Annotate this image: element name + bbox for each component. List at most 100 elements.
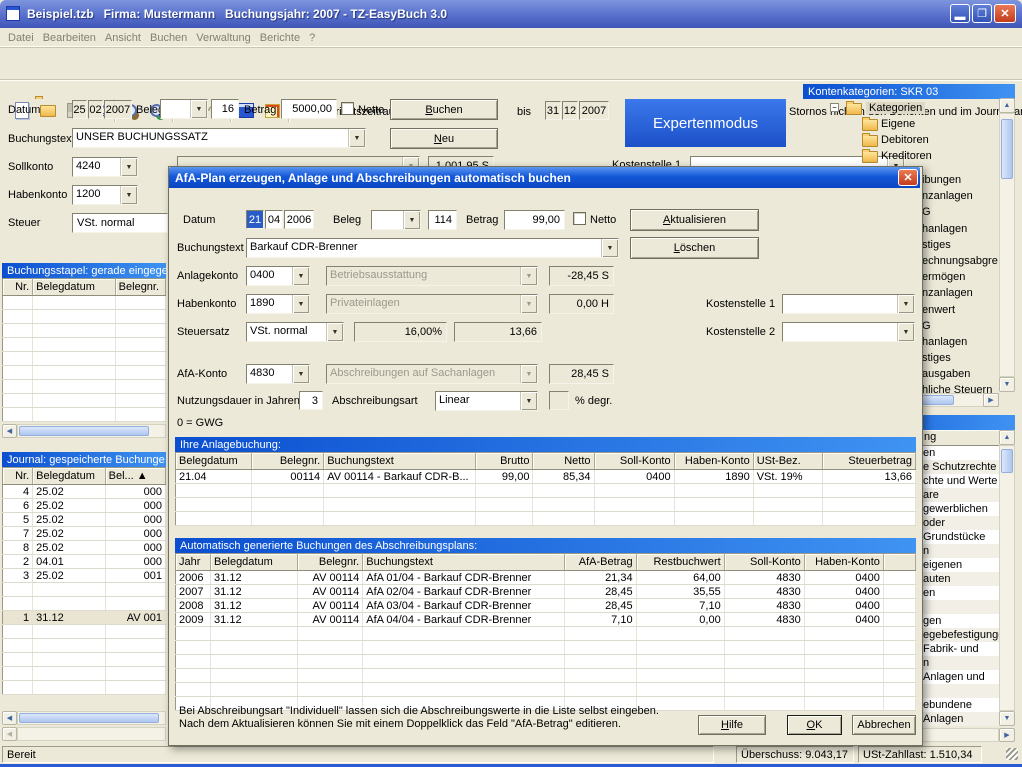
account-item-fragment[interactable]: chte und Werte [921,474,999,488]
column-header[interactable]: Brutto [476,453,533,470]
menu-item[interactable]: Buchen [150,32,187,44]
chevron-down-icon[interactable]: ▼ [120,158,137,176]
column-header[interactable]: Haben-Konto [804,554,883,571]
account-item-fragment[interactable]: n [921,656,999,670]
scroll-down-icon[interactable]: ▼ [999,377,1015,392]
column-header[interactable]: Belegdatum [33,279,116,296]
table-row[interactable]: 131.12AV 001 [3,611,166,625]
account-item-fragment[interactable]: en [921,586,999,600]
habenkonto-combo[interactable]: 1200▼ [72,185,138,205]
dialog-beleg-nr[interactable]: 114 [428,210,457,230]
column-header[interactable]: Restbuchwert [636,554,724,571]
afakonto-combo[interactable]: 4830▼ [246,364,310,384]
anlagekonto-combo[interactable]: 0400▼ [246,266,310,286]
period-to-day[interactable]: 31 [545,101,561,120]
account-item-fragment[interactable]: e Schutzrechte [921,460,999,474]
journal-hscrollbar[interactable] [17,711,166,725]
column-header[interactable]: AfA-Betrag [564,554,636,571]
table-row[interactable]: 200631.12AV 00114AfA 01/04 - Barkauf CDR… [176,571,916,585]
ok-button[interactable]: OK [787,715,842,735]
table-row[interactable] [3,639,166,653]
column-header[interactable]: Belegdatum [176,453,252,470]
maximize-button[interactable]: ❐ [972,4,992,23]
tree-item-fragment[interactable]: nzanlagen [922,188,998,204]
minimize-button[interactable]: ▬ [950,4,970,23]
journal-table[interactable]: Nr.BelegdatumBel... ▲425.02000625.020005… [2,467,166,695]
account-item-fragment[interactable]: oder Firmenwert [921,516,999,530]
dialog-close-icon[interactable]: ✕ [898,169,918,186]
accounts-vscrollbar[interactable] [999,445,1015,711]
dialog-datum-year[interactable]: 2006 [284,210,314,229]
table-row[interactable] [3,310,166,324]
menu-item[interactable]: Bearbeiten [43,32,96,44]
tree-item-fragment[interactable]: hanlagen [922,221,998,237]
account-item-fragment[interactable]: gewerblichen Sc [921,502,999,516]
expertenmodus-button[interactable]: Expertenmodus [625,99,786,147]
table-row[interactable]: 725.02000 [3,527,166,541]
period-to-year[interactable]: 2007 [579,101,609,120]
account-item-fragment[interactable]: are [921,488,999,502]
chevron-down-icon[interactable]: ▼ [292,295,309,313]
menu-item[interactable]: Verwaltung [196,32,250,44]
neu-button[interactable]: Neu [390,128,498,149]
steuersatz-combo[interactable]: VSt. normal▼ [246,322,344,342]
tree-item-fragment[interactable]: stiges [922,237,998,253]
account-item-fragment[interactable]: auten [921,572,999,586]
chevron-down-icon[interactable]: ▼ [897,295,914,313]
tree-item-kategorien[interactable]: Kategorien [866,102,925,114]
datum-year[interactable]: 2007 [104,100,132,119]
column-header[interactable]: Belegnr. [115,279,165,296]
table-row[interactable] [3,681,166,695]
table-row[interactable]: 625.02000 [3,499,166,513]
table-row[interactable] [3,366,166,380]
buchungstext-combo[interactable]: UNSER BUCHUNGSSATZ▼ [72,128,366,148]
account-item-fragment[interactable] [921,600,999,614]
table-row[interactable] [176,655,916,669]
table-row[interactable] [3,338,166,352]
chevron-down-icon[interactable]: ▼ [348,129,365,147]
table-row[interactable] [3,352,166,366]
chevron-down-icon[interactable]: ▼ [190,100,207,118]
aktualisieren-button[interactable]: Aktualisieren [630,209,759,231]
column-header[interactable]: Nr. [3,468,33,485]
menu-item[interactable]: Ansicht [105,32,141,44]
chevron-down-icon[interactable]: ▼ [292,365,309,383]
steuer-field[interactable]: VSt. normal [72,213,168,233]
table-row[interactable]: 21.0400114AV 00114 - Barkauf CDR-B...99,… [176,470,916,484]
account-item-fragment[interactable]: en [921,446,999,460]
column-header[interactable]: Belegdatum [211,554,298,571]
kostenstelle2-combo[interactable]: ▼ [782,322,915,342]
scroll-down-icon[interactable]: ▼ [999,711,1015,726]
table-row[interactable] [3,408,166,422]
stapel-hscrollbar[interactable] [17,424,166,438]
buchen-button[interactable]: Buchen [390,99,498,120]
menu-item[interactable]: Berichte [260,32,300,44]
column-header[interactable]: Buchungstext [363,554,564,571]
column-header[interactable]: Steuerbetrag [822,453,915,470]
table-row[interactable] [176,669,916,683]
table-row[interactable]: 425.02000 [3,485,166,499]
period-to-month[interactable]: 12 [562,101,578,120]
column-header[interactable]: Soll-Konto [594,453,674,470]
chevron-down-icon[interactable]: ▼ [601,239,618,257]
hilfe-button[interactable]: Hilfe [698,715,766,735]
afa-table[interactable]: JahrBelegdatumBelegnr.BuchungstextAfA-Be… [175,553,916,711]
table-row[interactable] [3,380,166,394]
tree-item-fragment[interactable]: echnungsabgren [922,253,998,269]
tree-item-fragment[interactable]: ausgaben [922,366,998,382]
column-header[interactable]: Soll-Konto [724,554,804,571]
column-header[interactable]: USt-Bez. [753,453,822,470]
table-row[interactable] [3,667,166,681]
tree-item-debitoren[interactable]: Debitoren [881,134,929,146]
table-row[interactable]: 200931.12AV 00114AfA 04/04 - Barkauf CDR… [176,613,916,627]
menu-item[interactable]: Datei [8,32,34,44]
dialog-beleg-combo[interactable]: ▼ [371,210,421,230]
account-item-fragment[interactable]: eigenen Grundst [921,558,999,572]
table-row[interactable]: 200731.12AV 00114AfA 02/04 - Barkauf CDR… [176,585,916,599]
dialog-datum-month[interactable]: 04 [265,210,283,229]
datum-day[interactable]: 25 [72,100,87,119]
account-item-fragment[interactable]: Grundstücke [921,530,999,544]
tree-item-fragment[interactable]: ermögen [922,269,998,285]
column-header[interactable] [883,554,915,571]
tree-collapse-icon[interactable]: − [830,103,839,112]
